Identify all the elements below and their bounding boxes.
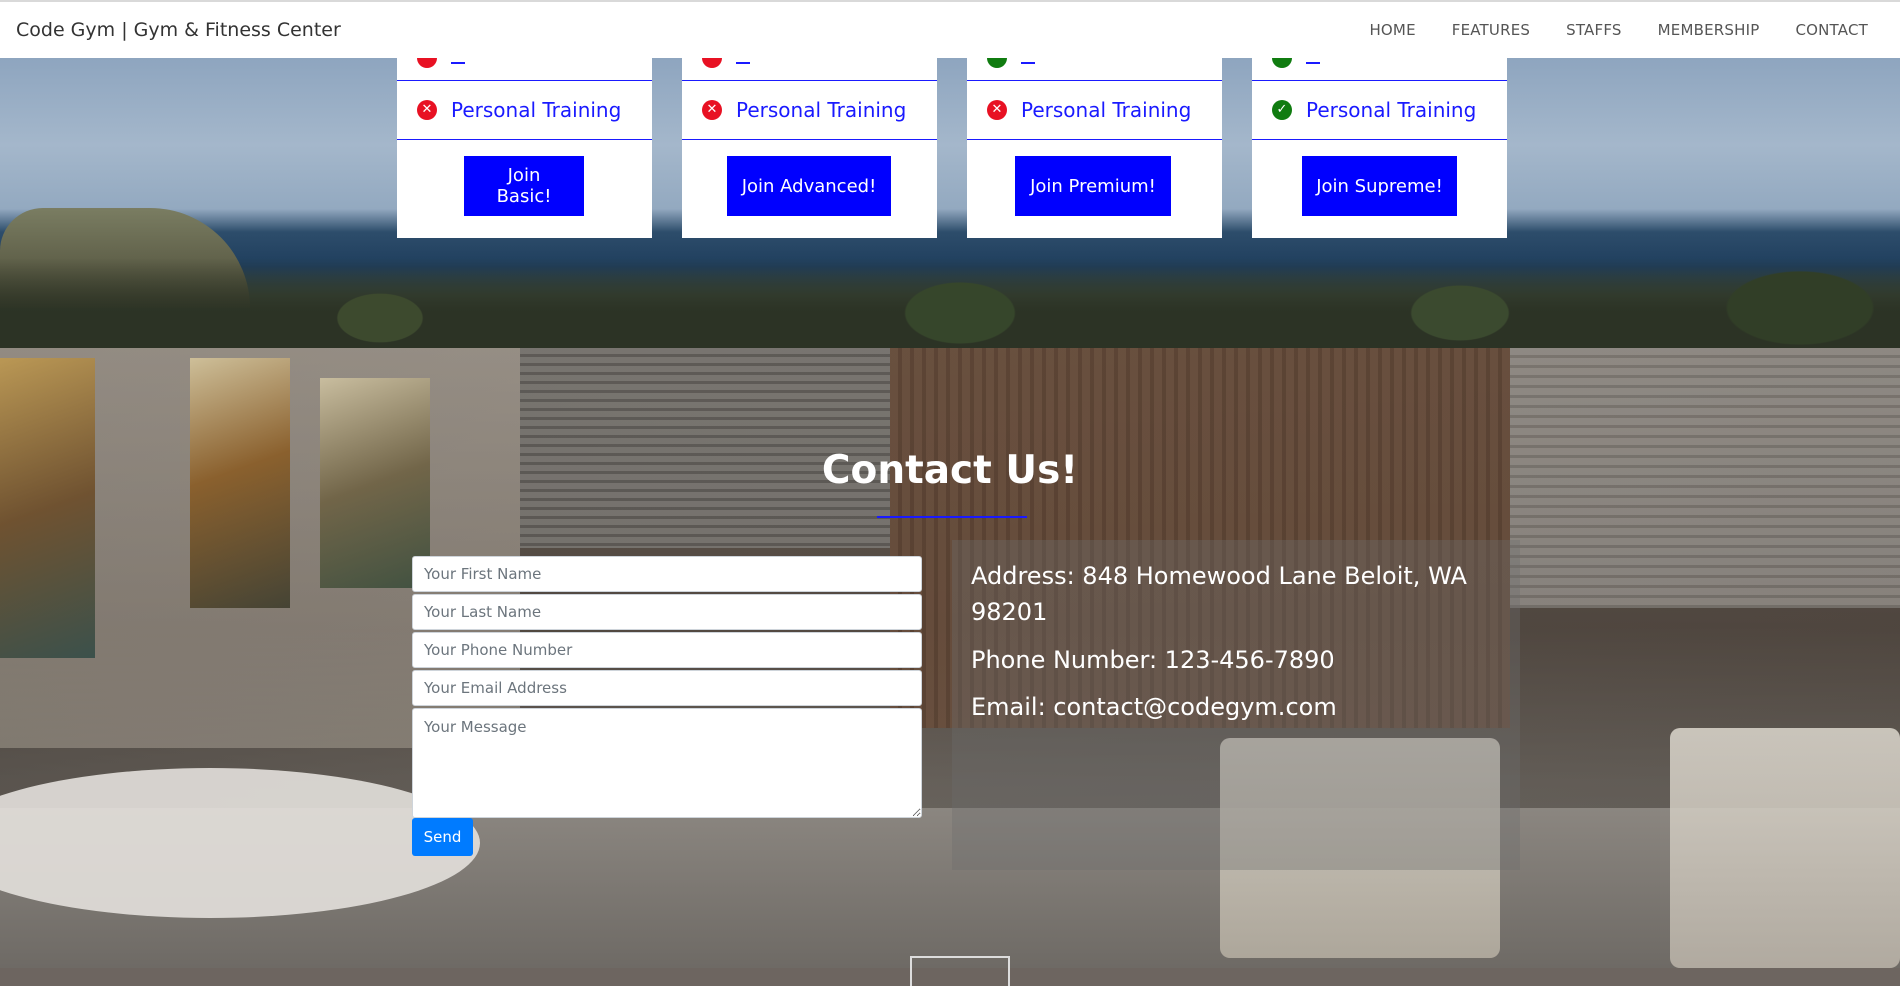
partial-feature-label: [1021, 58, 1035, 64]
pricing-row-personal-training: ✕ Personal Training: [967, 80, 1222, 140]
pricing-row-partial: [682, 58, 937, 80]
join-supreme-button[interactable]: Join Supreme!: [1302, 156, 1457, 216]
nav-link-features[interactable]: FEATURES: [1452, 21, 1530, 39]
feature-label: Personal Training: [1306, 98, 1477, 122]
contact-email: Email: contact@codegym.com: [971, 693, 1337, 721]
check-circle-icon: [987, 58, 1007, 68]
pricing-card-basic: ✕ Personal Training Join Basic!: [397, 58, 652, 238]
contact-title: Contact Us!: [821, 448, 1079, 493]
phone-input[interactable]: [412, 632, 922, 668]
x-circle-icon: [702, 58, 722, 68]
nav-link-contact[interactable]: CONTACT: [1795, 21, 1868, 39]
x-circle-icon: ✕: [417, 100, 437, 120]
pricing-row-personal-training: ✓ Personal Training: [1252, 80, 1507, 140]
contact-section-background: [0, 348, 1900, 968]
check-circle-icon: [1272, 58, 1292, 68]
pricing-card-advanced: ✕ Personal Training Join Advanced!: [682, 58, 937, 238]
navbar-brand[interactable]: Code Gym | Gym & Fitness Center: [16, 19, 341, 41]
feature-label: Personal Training: [1021, 98, 1192, 122]
join-advanced-button[interactable]: Join Advanced!: [727, 156, 891, 216]
nav-link-home[interactable]: HOME: [1369, 21, 1415, 39]
x-circle-icon: ✕: [987, 100, 1007, 120]
pricing-row-partial: [967, 58, 1222, 80]
pricing-row-personal-training: ✕ Personal Training: [397, 80, 652, 140]
partial-feature-label: [451, 58, 465, 64]
email-input[interactable]: [412, 670, 922, 706]
background-armchair: [1670, 728, 1900, 968]
first-name-input[interactable]: [412, 556, 922, 592]
background-painting: [0, 358, 95, 658]
feature-label: Personal Training: [451, 98, 622, 122]
x-circle-icon: ✕: [702, 100, 722, 120]
scroll-indicator: [910, 956, 1010, 986]
nav-links: HOME FEATURES STAFFS MEMBERSHIP CONTACT: [1369, 21, 1868, 39]
navbar: Code Gym | Gym & Fitness Center HOME FEA…: [0, 0, 1900, 58]
feature-label: Personal Training: [736, 98, 907, 122]
x-circle-icon: [417, 58, 437, 68]
pricing-row-personal-training: ✕ Personal Training: [682, 80, 937, 140]
nav-link-membership[interactable]: MEMBERSHIP: [1658, 21, 1760, 39]
title-underline: [877, 516, 1027, 518]
pricing-card-premium: ✕ Personal Training Join Premium!: [967, 58, 1222, 238]
join-basic-button[interactable]: Join Basic!: [464, 156, 584, 216]
partial-feature-label: [736, 58, 750, 64]
message-textarea[interactable]: [412, 708, 922, 818]
join-premium-button[interactable]: Join Premium!: [1015, 156, 1171, 216]
pricing-row-partial: [397, 58, 652, 80]
last-name-input[interactable]: [412, 594, 922, 630]
check-circle-icon: ✓: [1272, 100, 1292, 120]
partial-feature-label: [1306, 58, 1320, 64]
pricing-section-background: [0, 58, 1900, 348]
pricing-card-supreme: ✓ Personal Training Join Supreme!: [1252, 58, 1507, 238]
background-palms: [0, 258, 1900, 348]
contact-phone: Phone Number: 123-456-7890: [971, 646, 1335, 674]
contact-address: Address: 848 Homewood Lane Beloit, WA 98…: [971, 562, 1467, 626]
nav-link-staffs[interactable]: STAFFS: [1566, 21, 1622, 39]
send-button[interactable]: Send: [412, 818, 473, 856]
pricing-row-partial: [1252, 58, 1507, 80]
